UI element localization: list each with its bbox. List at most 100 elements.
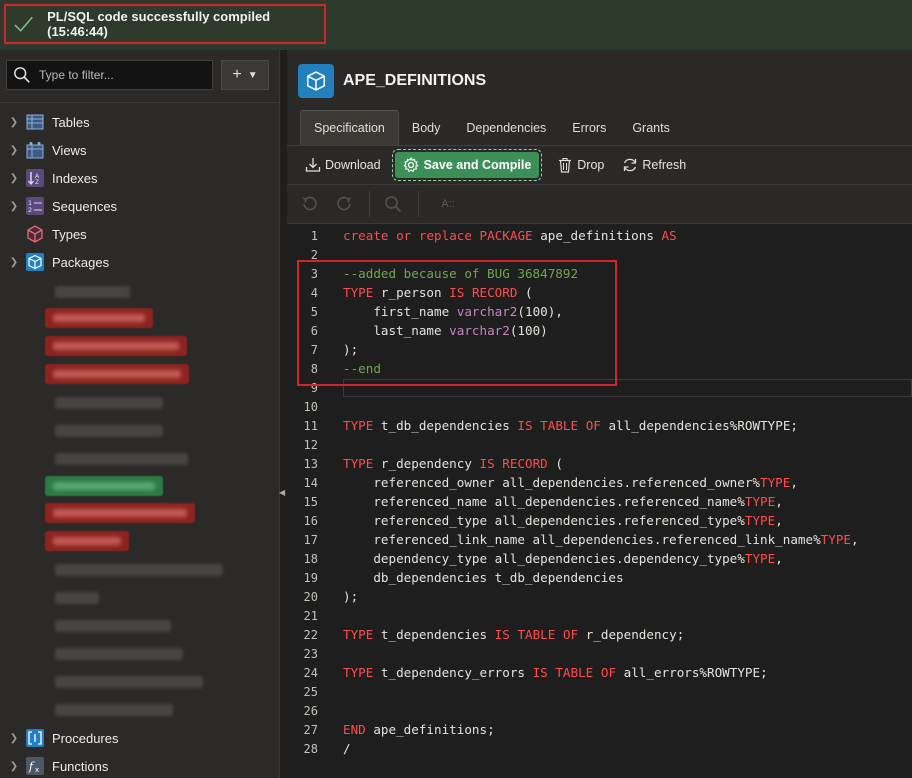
line-number: 15 — [303, 494, 318, 509]
code-line: ); — [343, 589, 359, 604]
code-line: db_dependencies t_db_dependencies — [343, 570, 624, 585]
filter-input[interactable] — [37, 67, 211, 83]
tree-label: Sequences — [52, 198, 118, 214]
package-item-redacted[interactable] — [55, 592, 99, 604]
tree-item-procedures[interactable]: ❯ Procedures — [0, 726, 118, 750]
tab-dependencies[interactable]: Dependencies — [453, 110, 559, 145]
redo-icon[interactable] — [333, 193, 355, 215]
tab-grants[interactable]: Grants — [619, 110, 683, 145]
refresh-button[interactable]: Refresh — [622, 152, 686, 178]
search-icon[interactable] — [382, 193, 404, 215]
line-number: 19 — [303, 570, 318, 585]
package-item-redacted[interactable] — [45, 364, 189, 384]
code-line: END ape_definitions; — [343, 722, 495, 737]
refresh-icon — [624, 158, 637, 172]
download-icon — [305, 158, 321, 172]
code-line: TYPE r_dependency IS RECORD ( — [343, 456, 563, 471]
line-number: 27 — [303, 722, 318, 737]
tree-label: Functions — [52, 758, 109, 774]
code-editor[interactable]: 1 create or replace PACKAGE ape_definitio… — [287, 224, 912, 778]
object-header: APE_DEFINITIONS — [287, 50, 912, 110]
line-number: 17 — [303, 532, 318, 547]
tree-label: Views — [52, 142, 87, 158]
object-toolbar: Download Save and Compile Drop Refresh — [287, 146, 912, 184]
chevron-right-icon[interactable]: ❯ — [8, 761, 20, 772]
line-number: 13 — [303, 456, 318, 471]
collapse-sidebar-handle[interactable]: ◀ — [279, 488, 285, 497]
package-item-redacted[interactable] — [55, 453, 188, 465]
package-item-redacted[interactable] — [55, 648, 183, 660]
package-item-redacted[interactable] — [45, 503, 195, 523]
chevron-right-icon[interactable]: ❯ — [8, 173, 20, 184]
package-item-redacted[interactable] — [45, 531, 129, 551]
search-icon — [14, 67, 30, 83]
package-item-redacted[interactable] — [55, 620, 171, 632]
index-icon: AZ — [26, 169, 44, 187]
tab-errors[interactable]: Errors — [559, 110, 619, 145]
code-line: referenced_type all_dependencies.referen… — [343, 513, 783, 528]
tree-item-packages[interactable]: ❯ Packages — [0, 250, 109, 274]
tree-label: Tables — [52, 114, 90, 130]
line-number: 1 — [310, 228, 318, 243]
package-item-selected[interactable] — [45, 476, 163, 496]
line-number: 22 — [303, 627, 318, 642]
procedure-icon — [26, 729, 44, 747]
tree-item-tables[interactable]: ❯ Tables — [0, 110, 90, 134]
chevron-down-icon[interactable]: ❯ — [8, 257, 20, 268]
tab-specification[interactable]: Specification — [300, 110, 399, 145]
chevron-right-icon[interactable]: ❯ — [8, 201, 20, 212]
tree-item-views[interactable]: ❯ Views — [0, 138, 86, 162]
package-item-redacted[interactable] — [45, 336, 187, 356]
download-button[interactable]: Download — [305, 152, 381, 178]
chevron-right-icon[interactable]: ❯ — [8, 145, 20, 156]
tree-item-indexes[interactable]: ❯ AZ Indexes — [0, 166, 98, 190]
package-item-redacted[interactable] — [55, 704, 173, 716]
line-number: 10 — [303, 399, 318, 414]
table-icon — [26, 113, 44, 131]
success-banner: PL/SQL code successfully compiled (15:46… — [4, 4, 326, 44]
package-item-redacted[interactable] — [45, 308, 153, 328]
code-line: TYPE t_dependency_errors IS TABLE OF all… — [343, 665, 768, 680]
line-number: 23 — [303, 646, 318, 661]
line-number: 26 — [303, 703, 318, 718]
add-object-button[interactable]: + ▼ — [221, 60, 269, 90]
tree-label: Procedures — [52, 730, 119, 746]
tree-label: Indexes — [52, 170, 98, 186]
code-line: referenced_name all_dependencies.referen… — [343, 494, 783, 509]
code-line: referenced_owner all_dependencies.refere… — [343, 475, 798, 490]
tab-body[interactable]: Body — [399, 110, 454, 145]
package-item-redacted[interactable] — [55, 425, 163, 437]
chevron-right-icon[interactable]: ❯ — [8, 117, 20, 128]
line-number: 20 — [303, 589, 318, 604]
font-size-icon[interactable]: A:: — [435, 193, 461, 215]
code-line: create or replace PACKAGE ape_definition… — [343, 228, 677, 243]
line-number: 24 — [303, 665, 318, 680]
chevron-right-icon[interactable]: ❯ — [8, 733, 20, 744]
filter-box[interactable] — [6, 60, 213, 90]
view-icon — [26, 141, 44, 159]
svg-text:f: f — [28, 760, 35, 773]
svg-text:x: x — [35, 766, 39, 774]
package-item-redacted[interactable] — [55, 676, 203, 688]
sequence-icon: 12 — [26, 197, 44, 215]
gear-icon — [402, 157, 419, 173]
tree-label: Types — [52, 226, 87, 242]
undo-icon[interactable] — [299, 193, 321, 215]
trash-icon — [559, 157, 572, 173]
object-tabs: Specification Body Dependencies Errors G… — [300, 110, 683, 145]
package-item-redacted[interactable] — [55, 564, 223, 576]
svg-text:2: 2 — [28, 206, 32, 214]
highlight-annotation-box — [297, 260, 617, 386]
line-number: 18 — [303, 551, 318, 566]
package-item-redacted[interactable] — [55, 286, 130, 298]
drop-button[interactable]: Drop — [557, 152, 604, 178]
save-and-compile-button[interactable]: Save and Compile — [391, 149, 543, 181]
tree-item-sequences[interactable]: ❯ 12 Sequences — [0, 194, 117, 218]
checkmark-icon — [14, 16, 33, 32]
tree-item-types[interactable]: Types — [0, 222, 87, 246]
type-cube-icon — [26, 225, 44, 243]
line-number: 14 — [303, 475, 318, 490]
package-item-redacted[interactable] — [55, 397, 163, 409]
code-line: TYPE t_db_dependencies IS TABLE OF all_d… — [343, 418, 798, 433]
tree-item-functions[interactable]: ❯ fx Functions — [0, 754, 108, 778]
